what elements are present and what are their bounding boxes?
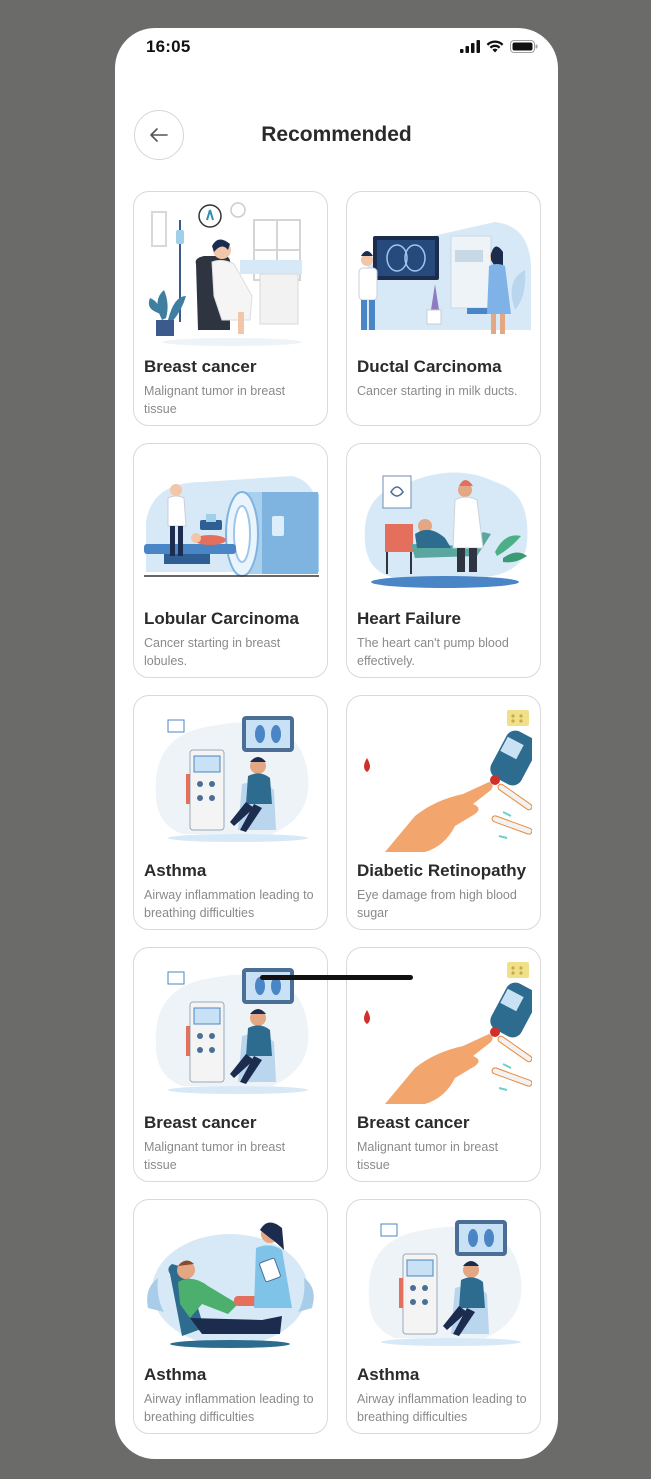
condition-card[interactable]: Breast cancer Malignant tumor in breast … <box>133 947 328 1182</box>
condition-card[interactable]: Heart Failure The heart can't pump blood… <box>346 443 541 678</box>
card-title: Breast cancer <box>357 1113 470 1132</box>
card-description: Cancer starting in milk ducts. <box>357 384 518 398</box>
card-title: Asthma <box>144 861 207 880</box>
card-description: Cancer starting in breast lobules. <box>144 636 281 668</box>
condition-card[interactable]: Asthma Airway inflammation leading to br… <box>346 1199 541 1434</box>
card-description: Eye damage from high blood sugar <box>357 888 517 920</box>
card-title: Asthma <box>144 1365 207 1384</box>
condition-card[interactable]: Asthma Airway inflammation leading to br… <box>133 1199 328 1434</box>
glucose-meter-illustration <box>364 710 532 852</box>
status-bar: 16:05 <box>115 28 558 68</box>
status-icons <box>460 40 538 53</box>
dialysis-patient-illustration <box>155 716 309 842</box>
dialysis-patient-illustration <box>368 1220 522 1346</box>
condition-card[interactable]: Lobular Carcinoma Cancer starting in bre… <box>133 443 328 678</box>
doctor-examining-illustration <box>364 472 528 588</box>
condition-card[interactable]: Diabetic Retinopathy Eye damage from hig… <box>346 695 541 930</box>
card-description: The heart can't pump blood effectively. <box>357 636 509 668</box>
card-description: Airway inflammation leading to breathing… <box>144 888 314 920</box>
header: Recommended <box>115 110 558 164</box>
home-indicator[interactable] <box>260 975 413 980</box>
mri-scanner-illustration <box>144 476 319 577</box>
battery-icon <box>510 40 538 53</box>
card-title: Lobular Carcinoma <box>144 609 299 628</box>
card-description: Malignant tumor in breast tissue <box>144 384 286 416</box>
patient-in-chair-illustration <box>148 202 302 346</box>
card-title: Breast cancer <box>144 357 257 376</box>
wifi-icon <box>486 40 504 53</box>
card-description: Malignant tumor in breast tissue <box>357 1140 499 1172</box>
card-description: Airway inflammation leading to breathing… <box>144 1392 314 1424</box>
phone-screen: 16:05 Recommended Breast cancer Malignan… <box>115 28 558 1459</box>
card-title: Heart Failure <box>357 609 461 628</box>
recommended-grid: Breast cancer Malignant tumor in breast … <box>133 191 541 1434</box>
card-title: Diabetic Retinopathy <box>357 861 527 880</box>
nurse-with-patient-illustration <box>147 1222 314 1348</box>
signal-icon <box>460 40 480 53</box>
condition-card[interactable]: Asthma Airway inflammation leading to br… <box>133 695 328 930</box>
doctor-xray-illustration <box>358 222 531 334</box>
condition-card[interactable]: Breast cancer Malignant tumor in breast … <box>133 191 328 426</box>
status-time: 16:05 <box>146 37 191 56</box>
card-description: Airway inflammation leading to breathing… <box>357 1392 527 1424</box>
card-title: Asthma <box>357 1365 420 1384</box>
page-title: Recommended <box>261 123 412 146</box>
card-description: Malignant tumor in breast tissue <box>144 1140 286 1172</box>
card-title: Breast cancer <box>144 1113 257 1132</box>
condition-card[interactable]: Ductal Carcinoma Cancer starting in milk… <box>346 191 541 426</box>
card-title: Ductal Carcinoma <box>357 357 502 376</box>
condition-card[interactable]: Breast cancer Malignant tumor in breast … <box>346 947 541 1182</box>
